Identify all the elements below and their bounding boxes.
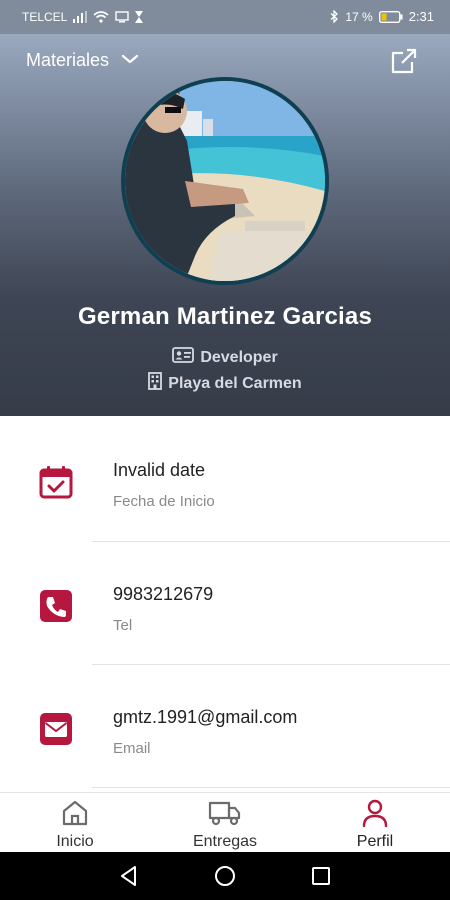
truck-icon <box>208 798 242 833</box>
info-item-start-date: Invalid date Fecha de Inicio <box>0 418 450 540</box>
nav-label-entregas: Entregas <box>192 833 258 850</box>
phone-value: 9983212679 <box>113 584 214 604</box>
nav-item-perfil[interactable]: Perfil <box>300 793 450 853</box>
status-bar: TELCEL 17 % 2:31 <box>0 0 450 34</box>
user-icon <box>360 798 390 833</box>
bluetooth-icon <box>330 10 339 23</box>
nav-item-entregas[interactable]: Entregas <box>150 793 300 853</box>
divider <box>92 787 450 788</box>
external-link-icon[interactable] <box>390 47 418 75</box>
back-icon[interactable] <box>117 864 141 888</box>
id-card-icon <box>172 347 195 368</box>
cast-icon <box>115 11 130 23</box>
start-date-label: Fecha de Inicio <box>113 493 215 510</box>
signal-icon <box>73 11 88 23</box>
hourglass-icon <box>135 11 144 23</box>
email-label: Email <box>113 740 151 757</box>
avatar <box>121 77 329 285</box>
home-icon <box>60 798 90 833</box>
start-date-value: Invalid date <box>113 460 206 480</box>
system-nav-bar <box>0 852 450 900</box>
chevron-down-icon <box>121 52 139 70</box>
nav-label-perfil: Perfil <box>356 833 394 850</box>
profile-name: German Martinez Garcias <box>77 303 373 330</box>
profile-header: TELCEL 17 % 2:31 Materiales German Marti… <box>0 0 450 416</box>
profile-role-row: Developer <box>0 347 450 368</box>
status-time: 2:31 <box>408 9 434 24</box>
profile-location-row: Playa del Carmen <box>0 372 450 395</box>
calendar-check-icon <box>38 464 74 500</box>
materials-dropdown-label: Materiales <box>26 50 110 70</box>
info-item-email: gmtz.1991@gmail.com Email <box>0 665 450 787</box>
building-icon <box>148 372 163 395</box>
battery-percent: 17 % <box>345 9 373 24</box>
carrier-name: TELCEL <box>22 10 68 24</box>
materials-dropdown[interactable]: Materiales <box>26 50 139 71</box>
info-item-phone: 9983212679 Tel <box>0 542 450 664</box>
nav-item-inicio[interactable]: Inicio <box>0 793 150 853</box>
mail-icon <box>38 711 74 747</box>
battery-icon <box>378 10 403 23</box>
phone-icon <box>38 588 74 624</box>
nav-label-inicio: Inicio <box>56 833 94 850</box>
bottom-nav: Inicio Entregas Perfil <box>0 792 450 852</box>
profile-role: Developer <box>200 348 278 366</box>
email-value: gmtz.1991@gmail.com <box>113 707 298 727</box>
phone-label: Tel <box>113 617 133 634</box>
recents-icon[interactable] <box>309 864 333 888</box>
wifi-icon <box>93 11 109 23</box>
profile-location: Playa del Carmen <box>168 374 302 392</box>
home-circle-icon[interactable] <box>213 864 237 888</box>
